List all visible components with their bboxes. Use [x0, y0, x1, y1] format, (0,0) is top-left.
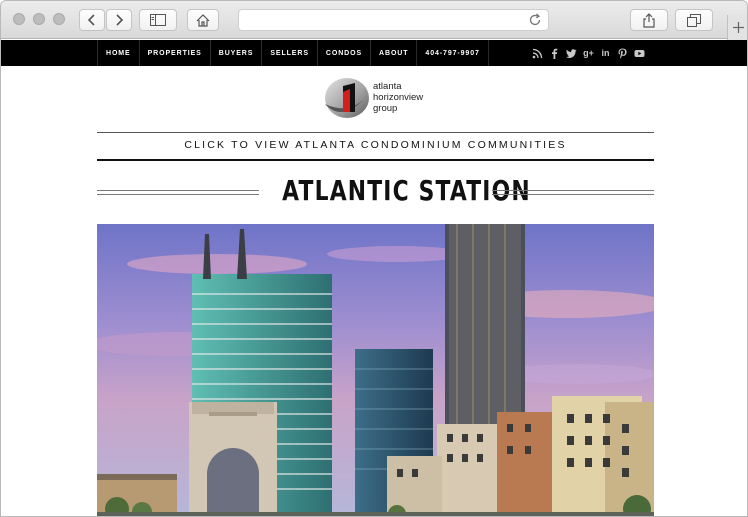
twitter-icon[interactable]	[566, 48, 577, 59]
close-window-icon[interactable]	[13, 13, 25, 25]
back-button[interactable]	[79, 9, 105, 31]
share-button[interactable]	[630, 9, 668, 31]
new-tab-button[interactable]	[727, 15, 747, 41]
pinterest-icon[interactable]	[617, 48, 628, 59]
sidebar-icon	[150, 14, 166, 26]
tabs-icon	[687, 13, 701, 27]
forward-button[interactable]	[106, 9, 132, 31]
cta-bottom-rule	[97, 159, 654, 161]
cta-top-rule	[97, 132, 654, 133]
home-icon	[196, 13, 210, 27]
home-button[interactable]	[187, 9, 219, 31]
social-links: g+ in	[532, 48, 645, 59]
title-rule-left	[97, 190, 259, 195]
reload-icon[interactable]	[528, 13, 542, 27]
google-plus-icon[interactable]: g+	[583, 48, 594, 59]
rss-icon[interactable]	[532, 48, 543, 59]
nav-item-home[interactable]: HOME	[98, 40, 140, 66]
title-rule-right	[492, 190, 654, 195]
nav-item-buyers[interactable]: BUYERS	[211, 40, 263, 66]
nav-item-condos[interactable]: CONDOS	[318, 40, 372, 66]
main-nav: HOME PROPERTIES BUYERS SELLERS CONDOS AB…	[97, 40, 489, 66]
back-icon	[87, 14, 95, 26]
condominium-communities-link[interactable]: CLICK TO VIEW ATLANTA CONDOMINIUM COMMUN…	[97, 139, 654, 151]
hero-image-atlantic-station	[97, 224, 654, 516]
brand-logo-text: atlanta horizonview group	[373, 81, 423, 114]
nav-item-about[interactable]: ABOUT	[371, 40, 418, 66]
logo-line-1: atlanta	[373, 81, 402, 92]
site-navbar: HOME PROPERTIES BUYERS SELLERS CONDOS AB…	[1, 40, 747, 66]
forward-icon	[116, 14, 124, 26]
address-bar[interactable]	[238, 9, 549, 31]
browser-toolbar	[1, 1, 747, 41]
facebook-icon[interactable]	[549, 48, 560, 59]
logo-line-3: group	[373, 103, 398, 114]
youtube-icon[interactable]	[634, 48, 645, 59]
sidebar-button[interactable]	[139, 9, 177, 31]
nav-item-sellers[interactable]: SELLERS	[262, 40, 318, 66]
logo-line-2: horizonview	[373, 92, 424, 103]
new-tab-icon	[733, 22, 744, 33]
nav-item-phone[interactable]: 404-797-9907	[417, 40, 489, 66]
page-title: ATLANTIC STATION	[282, 174, 531, 207]
browser-window: HOME PROPERTIES BUYERS SELLERS CONDOS AB…	[0, 0, 748, 517]
minimize-window-icon[interactable]	[33, 13, 45, 25]
tabs-button[interactable]	[675, 9, 713, 31]
linkedin-icon[interactable]: in	[600, 48, 611, 59]
maximize-window-icon[interactable]	[53, 13, 65, 25]
share-icon	[643, 12, 655, 28]
nav-item-properties[interactable]: PROPERTIES	[140, 40, 211, 66]
